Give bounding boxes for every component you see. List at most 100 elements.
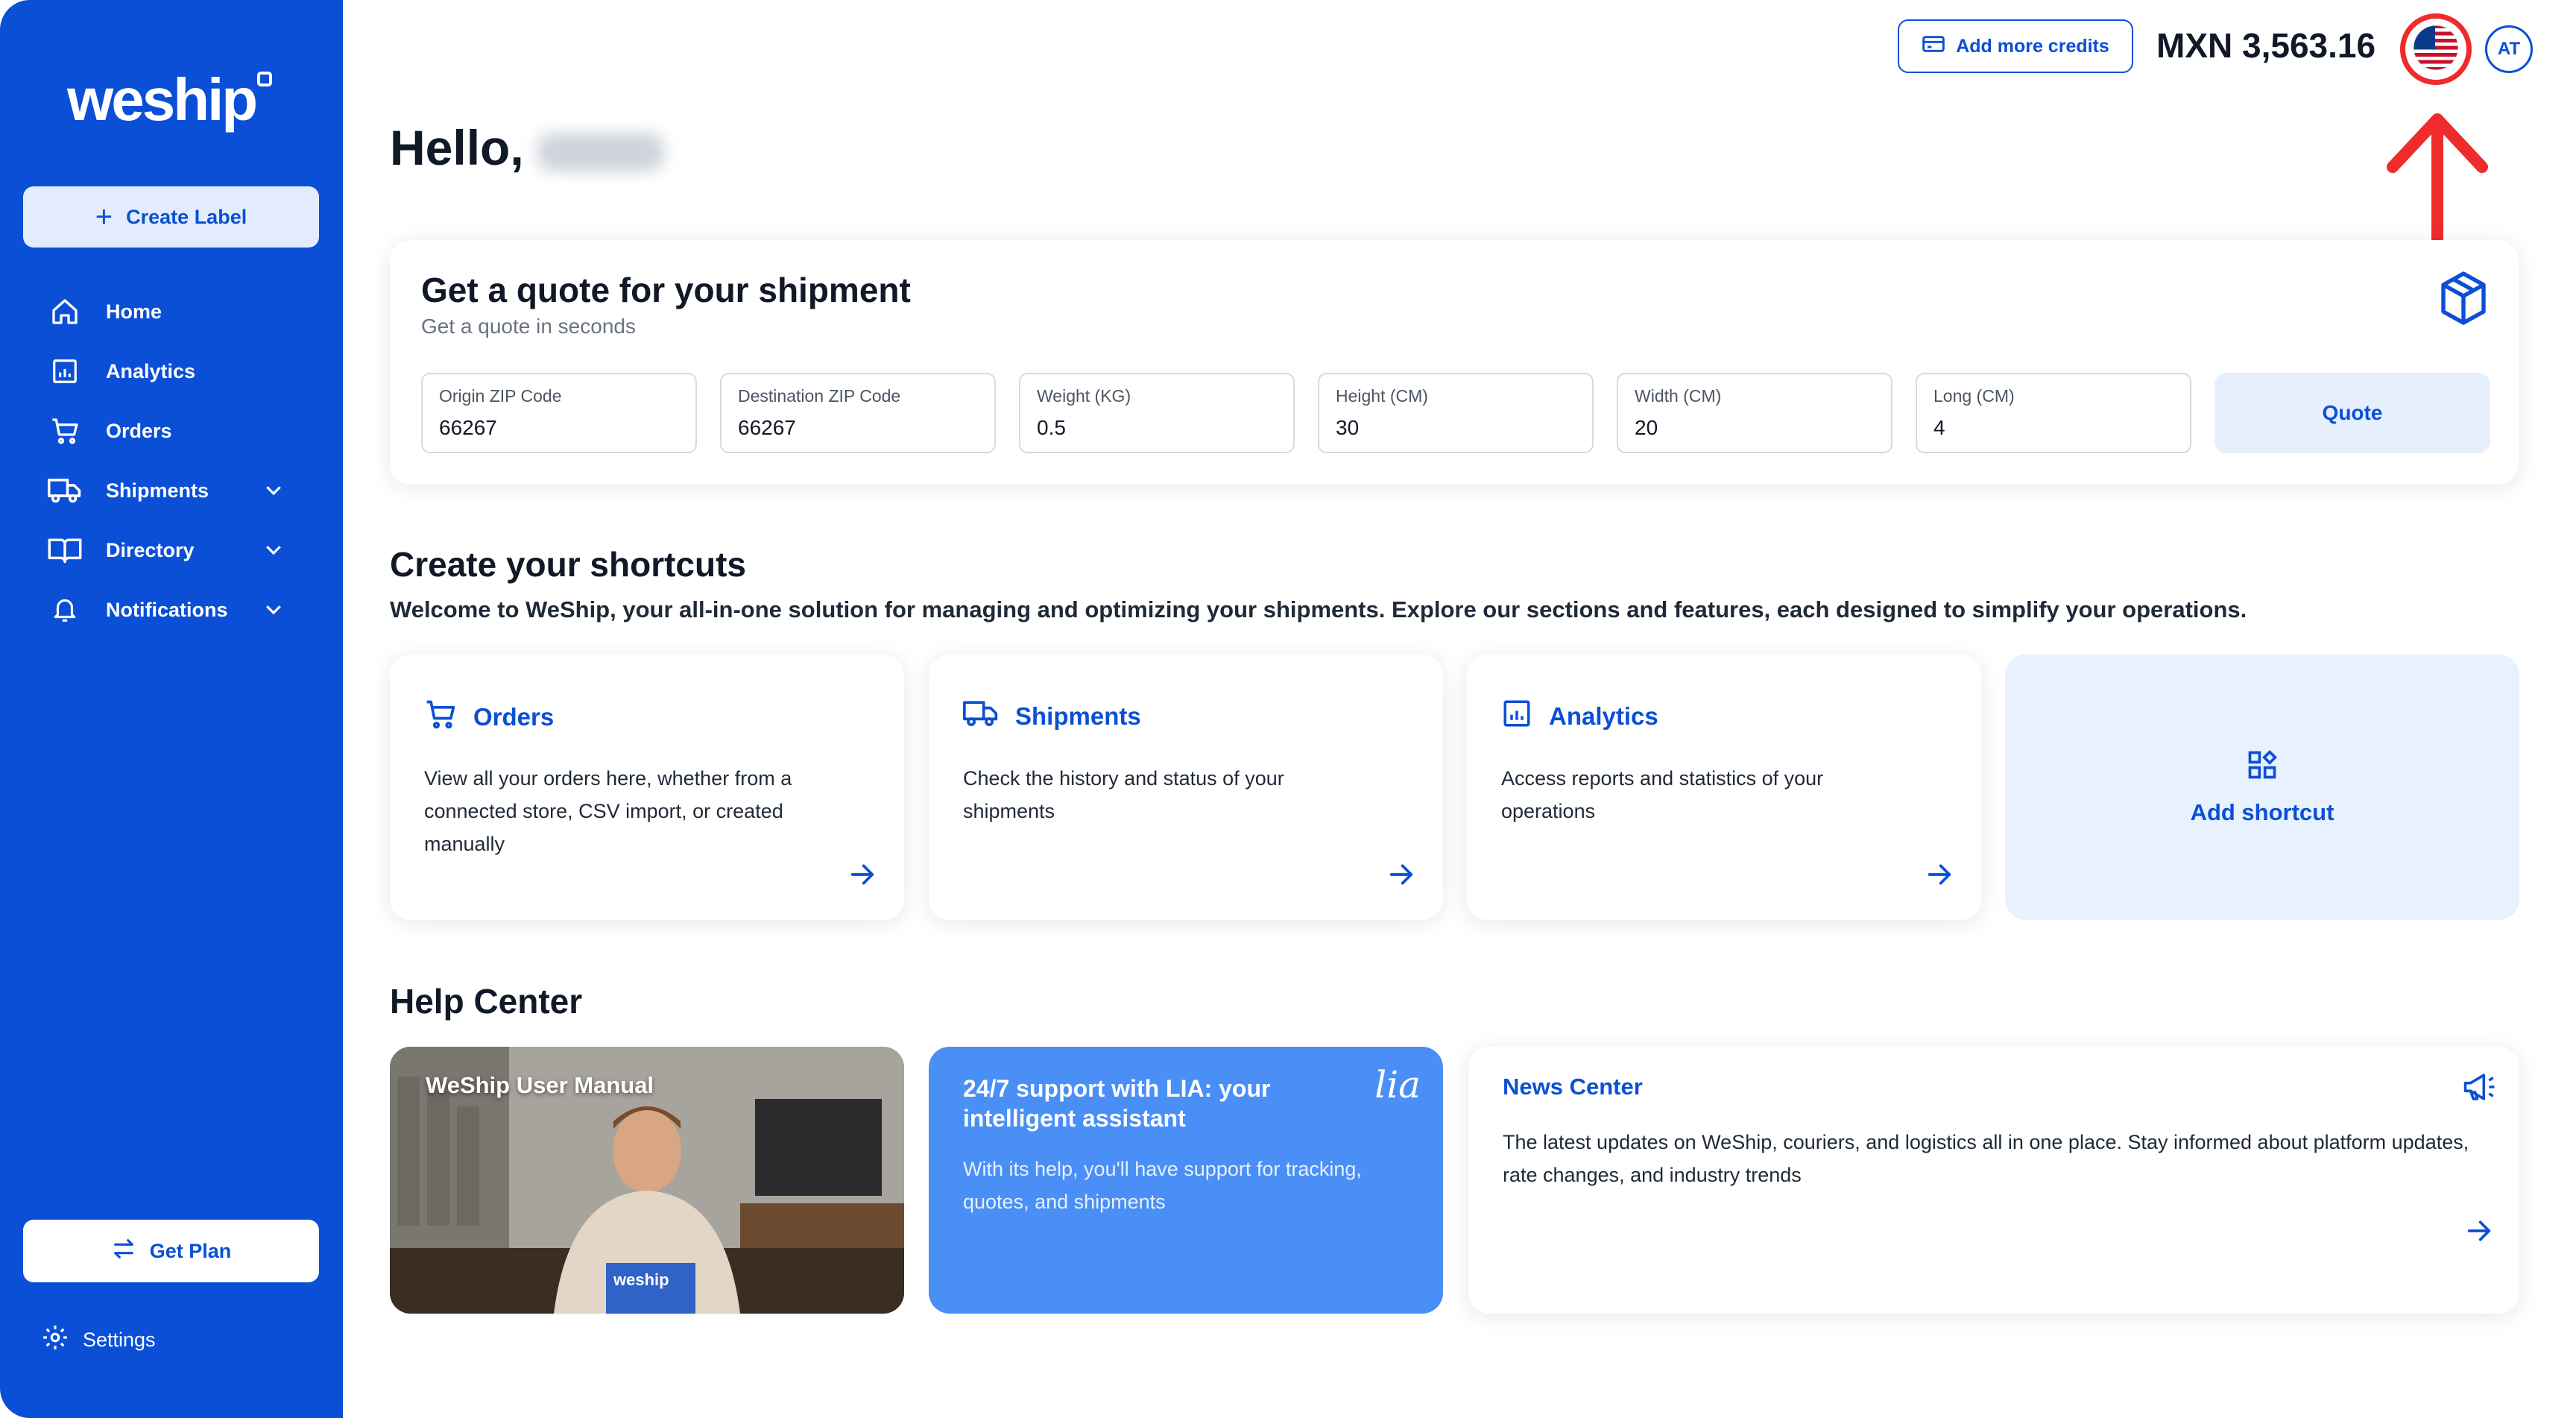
sidebar: weship + Create Label Home Analytics Ord… xyxy=(0,0,343,1418)
shortcut-card-analytics[interactable]: Analytics Access reports and statistics … xyxy=(1467,655,1981,920)
field-value: 30 xyxy=(1336,416,1360,439)
cart-icon xyxy=(424,698,457,737)
add-credits-text: Add more credits xyxy=(1956,35,2109,57)
shortcut-card-shipments[interactable]: Shipments Check the history and status o… xyxy=(929,655,1443,920)
create-label-text: Create Label xyxy=(126,205,247,228)
sidebar-item-label: Orders xyxy=(106,419,172,442)
field-label: Destination ZIP Code xyxy=(738,386,901,406)
bell-icon xyxy=(46,593,83,626)
quote-subtitle: Get a quote in seconds xyxy=(421,315,636,338)
sidebar-item-label: Shipments xyxy=(106,479,209,502)
package-icon xyxy=(2437,268,2490,332)
get-plan-button[interactable]: Get Plan xyxy=(23,1220,319,1282)
book-icon xyxy=(46,534,83,567)
widgets-icon xyxy=(2246,749,2279,787)
sidebar-item-label: Directory xyxy=(106,538,195,561)
news-center-card[interactable]: News Center The latest updates on WeShip… xyxy=(1468,1047,2519,1314)
language-selector[interactable] xyxy=(2400,13,2472,85)
card-title: Shipments xyxy=(963,698,1141,735)
sidebar-item-analytics[interactable]: Analytics xyxy=(46,349,300,394)
shortcut-card-orders[interactable]: Orders View all your orders here, whethe… xyxy=(390,655,904,920)
add-shortcut-card[interactable]: Add shortcut xyxy=(2005,655,2519,920)
add-credits-button[interactable]: Add more credits xyxy=(1898,19,2133,73)
weship-logo[interactable]: weship xyxy=(67,66,258,134)
lia-support-card[interactable]: 24/7 support with LIA: your intelligent … xyxy=(929,1047,1443,1314)
home-icon xyxy=(46,295,83,328)
weight-field[interactable]: Weight (KG) 0.5 xyxy=(1019,373,1295,453)
add-shortcut-text: Add shortcut xyxy=(2190,799,2334,825)
news-center-title: News Center xyxy=(1503,1074,1643,1100)
field-label: Long (CM) xyxy=(1933,386,2015,406)
chevron-down-icon[interactable] xyxy=(262,479,285,506)
user-manual-card[interactable]: WeShip User Manual weship xyxy=(390,1047,904,1314)
truck-icon xyxy=(46,474,83,507)
destination-zip-field[interactable]: Destination ZIP Code 66267 xyxy=(720,373,996,453)
box-logo-text: weship xyxy=(613,1270,669,1289)
field-label: Width (CM) xyxy=(1635,386,1722,406)
lia-description: With its help, you'll have support for t… xyxy=(963,1158,1362,1213)
field-value: 4 xyxy=(1933,416,1945,439)
blurred-username xyxy=(537,132,664,171)
chevron-down-icon[interactable] xyxy=(262,598,285,626)
field-value: 66267 xyxy=(738,416,796,439)
sidebar-item-orders[interactable]: Orders xyxy=(46,409,300,453)
field-label: Height (CM) xyxy=(1336,386,1428,406)
quote-title: Get a quote for your shipment xyxy=(421,271,911,309)
analytics-icon xyxy=(1501,698,1532,735)
origin-zip-field[interactable]: Origin ZIP Code 66267 xyxy=(421,373,697,453)
user-avatar[interactable]: AT xyxy=(2485,25,2533,73)
megaphone-icon xyxy=(2463,1072,2497,1106)
shortcuts-title: Create your shortcuts xyxy=(390,545,747,584)
card-title-text: Analytics xyxy=(1549,702,1658,730)
height-field[interactable]: Height (CM) 30 xyxy=(1318,373,1594,453)
news-center-description: The latest updates on WeShip, couriers, … xyxy=(1503,1131,2469,1186)
sidebar-item-label: Home xyxy=(106,300,162,323)
settings-text: Settings xyxy=(83,1328,156,1351)
chevron-down-icon[interactable] xyxy=(262,538,285,566)
card-title-text: Orders xyxy=(473,703,555,731)
card-description: View all your orders here, whether from … xyxy=(424,767,792,855)
card-description: Access reports and statistics of your op… xyxy=(1501,767,1824,822)
credit-balance: MXN 3,563.16 xyxy=(2156,26,2376,65)
cart-icon xyxy=(46,415,83,447)
plus-icon: + xyxy=(95,201,113,233)
lia-title: 24/7 support with LIA: your intelligent … xyxy=(963,1075,1271,1132)
swap-icon xyxy=(111,1238,136,1265)
us-flag-icon xyxy=(2413,25,2459,75)
user-manual-title: WeShip User Manual xyxy=(426,1072,654,1098)
sidebar-item-home[interactable]: Home xyxy=(46,289,300,334)
gear-icon xyxy=(41,1323,69,1357)
long-field[interactable]: Long (CM) 4 xyxy=(1916,373,2191,453)
sidebar-item-notifications[interactable]: Notifications xyxy=(46,587,300,632)
sidebar-item-shipments[interactable]: Shipments xyxy=(46,468,300,513)
sidebar-item-label: Notifications xyxy=(106,598,228,621)
sidebar-item-directory[interactable]: Directory xyxy=(46,528,300,573)
get-plan-text: Get Plan xyxy=(149,1239,232,1262)
create-label-button[interactable]: + Create Label xyxy=(23,186,319,248)
arrow-right-icon[interactable] xyxy=(847,860,877,893)
arrow-right-icon[interactable] xyxy=(2464,1216,2494,1250)
arrow-right-icon[interactable] xyxy=(1386,860,1416,893)
sidebar-item-label: Analytics xyxy=(106,359,196,382)
lia-logo-icon: lia xyxy=(1374,1063,1421,1106)
truck-icon xyxy=(963,698,999,735)
shortcuts-description: Welcome to WeShip, your all-in-one solut… xyxy=(390,596,2247,623)
card-title: Analytics xyxy=(1501,698,1658,735)
quote-button[interactable]: Quote xyxy=(2214,373,2490,453)
field-label: Weight (KG) xyxy=(1037,386,1131,406)
card-icon xyxy=(1922,34,1945,60)
card-title: Orders xyxy=(424,698,554,737)
greeting-text: Hello, xyxy=(390,120,524,175)
field-value: 20 xyxy=(1635,416,1658,439)
field-value: 0.5 xyxy=(1037,416,1066,439)
quote-card: Get a quote for your shipment Get a quot… xyxy=(390,240,2519,485)
logo-mark-icon xyxy=(257,72,272,86)
field-label: Origin ZIP Code xyxy=(439,386,562,406)
settings-link[interactable]: Settings xyxy=(41,1321,156,1358)
greeting: Hello, xyxy=(390,119,664,176)
arrow-right-icon[interactable] xyxy=(1925,860,1954,893)
card-title-text: Shipments xyxy=(1015,702,1141,730)
analytics-icon xyxy=(46,355,83,388)
card-description: Check the history and status of your shi… xyxy=(963,767,1284,822)
width-field[interactable]: Width (CM) 20 xyxy=(1617,373,1892,453)
